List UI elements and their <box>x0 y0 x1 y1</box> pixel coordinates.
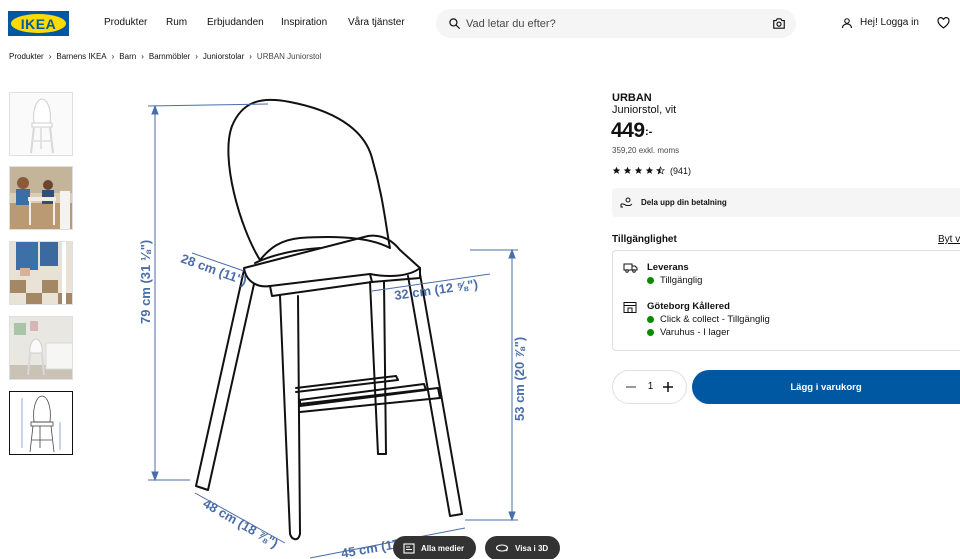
truck-icon <box>623 263 638 273</box>
user-icon[interactable] <box>841 17 853 29</box>
rating-stars[interactable] <box>612 166 665 175</box>
price-suffix: :- <box>645 126 653 138</box>
add-to-cart-label: Lägg i varukorg <box>790 381 862 393</box>
click-collect-status: Click & collect - Tillgänglig <box>647 314 770 325</box>
star-half-icon <box>656 166 665 175</box>
nav-erbjudanden[interactable]: Erbjudanden <box>207 17 264 28</box>
view-3d-button[interactable]: Visa i 3D <box>485 536 561 559</box>
price-excl-vat: 359,20 exkl. moms <box>612 146 680 155</box>
header: IKEA Produkter Rum Erbjudanden Inspirati… <box>0 0 960 46</box>
camera-icon[interactable] <box>772 17 786 30</box>
availability-box: Leverans Tillgänglig Göteborg Kållered C… <box>612 250 960 351</box>
star-icon <box>634 166 643 174</box>
payment-text: Dela upp din betalning <box>641 198 727 207</box>
dim-seat-width: 32 cm (12 ⅝") <box>393 276 478 303</box>
plus-icon[interactable] <box>660 379 676 395</box>
nav-vara-tjanster[interactable]: Våra tjänster <box>348 17 405 28</box>
thumbnail-closeup[interactable] <box>9 241 73 305</box>
dim-height-total: 79 cm (31 ⅛") <box>138 240 153 324</box>
nav-rum[interactable]: Rum <box>166 17 187 28</box>
delivery-status: Tillgänglig <box>647 275 702 286</box>
add-to-cart-button[interactable]: Lägg i varukorg <box>692 370 960 404</box>
search-bar[interactable] <box>436 9 796 38</box>
chevron-right-icon: › <box>111 52 115 61</box>
dim-seat-height: 53 cm (20 ⅞") <box>512 337 527 421</box>
status-dot <box>647 329 654 336</box>
breadcrumb-item[interactable]: Barnmöbler <box>149 52 190 61</box>
quantity-stepper: 1 <box>612 370 687 404</box>
breadcrumb-current: URBAN Juniorstol <box>256 52 322 61</box>
breadcrumb: Produkter › Barnens IKEA › Barn › Barnmöble… <box>9 52 321 61</box>
dimensions-thumbnail-image <box>10 392 72 454</box>
status-dot <box>647 277 654 284</box>
product-price: 449 <box>611 119 645 142</box>
kids-photo-image <box>10 167 72 229</box>
quantity-value[interactable]: 1 <box>613 381 688 392</box>
hand-coin-icon <box>620 197 633 208</box>
heart-icon[interactable] <box>937 17 950 29</box>
status-dot <box>647 316 654 323</box>
chair-thumbnail-image <box>10 93 72 155</box>
search-icon <box>449 18 460 29</box>
breadcrumb-item[interactable]: Produkter <box>9 52 44 61</box>
closeup-photo-image <box>10 242 72 304</box>
all-media-button[interactable]: Alla medier <box>393 536 477 559</box>
payment-option-box[interactable]: Dela upp din betalning <box>612 188 960 217</box>
product-description: Juniorstol, vit <box>612 104 677 116</box>
nav-inspiration[interactable]: Inspiration <box>281 17 327 28</box>
chevron-right-icon: › <box>141 52 144 61</box>
thumbnail-room[interactable] <box>9 316 73 380</box>
warehouse-status: Varuhus - I lager <box>647 327 730 338</box>
search-input[interactable] <box>466 9 766 38</box>
store-icon <box>623 302 637 313</box>
ikea-logo[interactable]: IKEA <box>8 11 69 36</box>
change-store-link[interactable]: Byt va <box>938 234 960 245</box>
review-count[interactable]: (941) <box>670 166 691 176</box>
click-collect-text: Click & collect - Tillgänglig <box>660 314 770 325</box>
star-icon <box>645 166 654 174</box>
chair-dimension-drawing: 79 cm (31 ⅛") 28 cm (11") 32 cm (12 ⅝") … <box>138 98 527 559</box>
chevron-right-icon: › <box>48 52 52 61</box>
login-link[interactable]: Hej! Logga in <box>860 17 919 28</box>
view-3d-label: Visa i 3D <box>515 543 549 553</box>
room-photo-image <box>10 317 72 379</box>
star-icon <box>612 166 621 174</box>
logo-text: IKEA <box>20 15 57 32</box>
all-media-label: Alla medier <box>421 543 465 553</box>
breadcrumb-item[interactable]: Barnens IKEA <box>56 52 106 61</box>
rotate-3d-icon <box>495 544 509 552</box>
chevron-right-icon: › <box>195 52 198 61</box>
thumbnail-kids-table[interactable] <box>9 166 73 230</box>
star-icon <box>623 166 632 174</box>
breadcrumb-item[interactable]: Barn <box>119 52 136 61</box>
gallery-icon <box>403 542 415 554</box>
store-label[interactable]: Göteborg Kållered <box>647 301 730 312</box>
dim-seat-depth: 28 cm (11") <box>179 251 249 289</box>
nav-produkter[interactable]: Produkter <box>104 17 147 28</box>
thumbnail-product[interactable] <box>9 92 73 156</box>
product-name[interactable]: URBAN <box>612 92 652 104</box>
warehouse-text: Varuhus - I lager <box>660 327 730 338</box>
breadcrumb-item[interactable]: Juniorstolar <box>203 52 244 61</box>
chevron-right-icon: › <box>249 52 252 61</box>
dim-base-width: 45 cm (17 <box>340 536 401 559</box>
dim-base-depth: 48 cm (18 ⅞") <box>201 496 281 551</box>
thumbnail-dimensions[interactable] <box>9 391 73 455</box>
delivery-status-text: Tillgänglig <box>660 275 703 286</box>
delivery-label[interactable]: Leverans <box>647 262 689 273</box>
availability-title: Tillgänglighet <box>612 234 677 245</box>
product-main-image[interactable]: 79 cm (31 ⅛") 28 cm (11") 32 cm (12 ⅝") … <box>120 88 580 559</box>
